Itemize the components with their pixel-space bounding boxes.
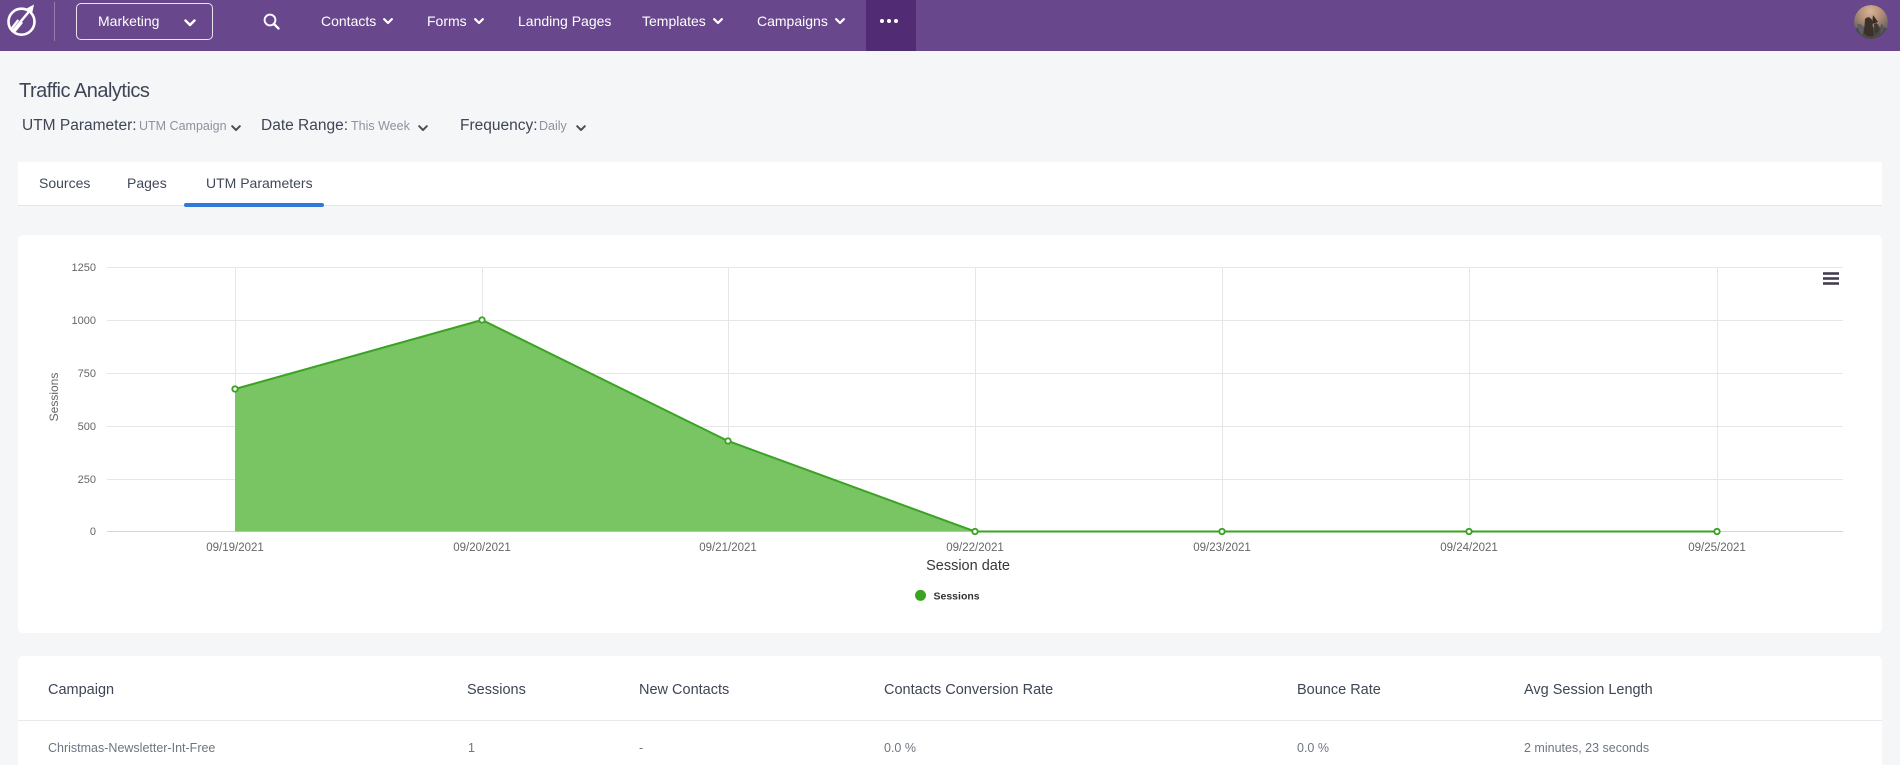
svg-text:09/25/2021: 09/25/2021 [1688,542,1746,554]
svg-text:0: 0 [90,526,96,538]
svg-text:1000: 1000 [72,315,96,327]
svg-text:09/20/2021: 09/20/2021 [453,542,511,554]
svg-text:500: 500 [78,421,96,433]
svg-text:09/21/2021: 09/21/2021 [699,542,757,554]
svg-text:09/24/2021: 09/24/2021 [1440,542,1498,554]
svg-text:09/19/2021: 09/19/2021 [206,542,264,554]
svg-text:09/22/2021: 09/22/2021 [946,542,1004,554]
svg-text:1250: 1250 [72,262,96,274]
svg-text:750: 750 [78,368,96,380]
svg-text:250: 250 [78,474,96,486]
svg-text:Session date: Session date [926,558,1010,574]
svg-text:Sessions: Sessions [934,591,980,603]
svg-text:09/23/2021: 09/23/2021 [1193,542,1251,554]
svg-text:Sessions: Sessions [47,373,61,422]
